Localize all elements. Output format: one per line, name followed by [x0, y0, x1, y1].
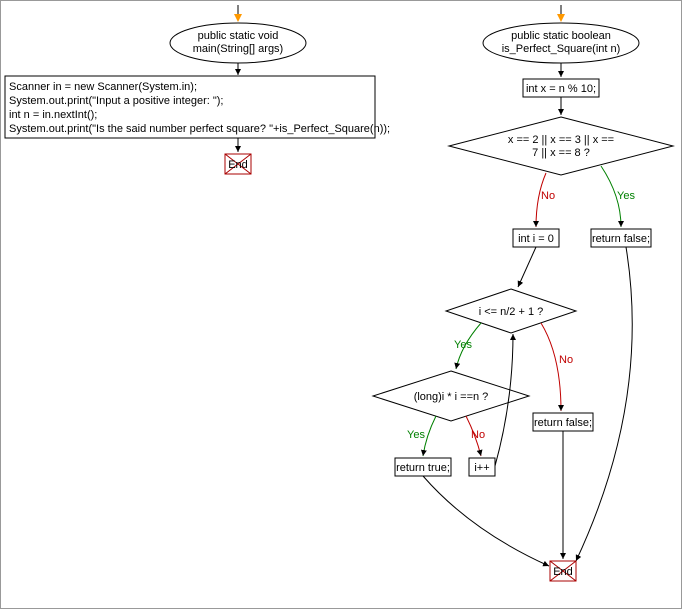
cond-square-yes-label: Yes — [407, 429, 425, 441]
main-body-line2: System.out.print("Input a positive integ… — [9, 95, 223, 107]
cond-lastdigit-node — [449, 117, 673, 175]
main-signature-2: main(String[] args) — [193, 43, 283, 55]
cond-loop-yes-label: Yes — [454, 339, 472, 351]
return-false2-text: return false; — [534, 417, 592, 429]
return-false1-text: return false; — [592, 233, 650, 245]
cond-square-no-label: No — [471, 429, 485, 441]
return-true-text: return true; — [396, 462, 450, 474]
main-body-line1: Scanner in = new Scanner(System.in); — [9, 81, 197, 93]
cond1-no-label: No — [541, 190, 555, 202]
cond-square-text: (long)i * i ==n ? — [414, 391, 489, 403]
cond-lastdigit-1: x == 2 || x == 3 || x == — [508, 134, 614, 146]
cond-lastdigit-2: 7 || x == 8 ? — [532, 147, 590, 159]
main-body-line4: System.out.print("Is the said number per… — [9, 123, 390, 135]
func-signature-1: public static boolean — [511, 30, 611, 42]
func-end-label: End — [553, 566, 573, 578]
cond-loop-no-label: No — [559, 354, 573, 366]
cond-loop-text: i <= n/2 + 1 ? — [479, 306, 544, 318]
cond1-yes-label: Yes — [617, 190, 635, 202]
decl-x-text: int x = n % 10; — [526, 83, 596, 95]
increment-text: i++ — [474, 462, 489, 474]
func-signature-2: is_Perfect_Square(int n) — [502, 43, 621, 55]
main-body-line3: int n = in.nextInt(); — [9, 109, 97, 121]
main-signature-1: public static void — [198, 30, 279, 42]
decl-i-text: int i = 0 — [518, 233, 554, 245]
main-end-label: End — [228, 159, 248, 171]
